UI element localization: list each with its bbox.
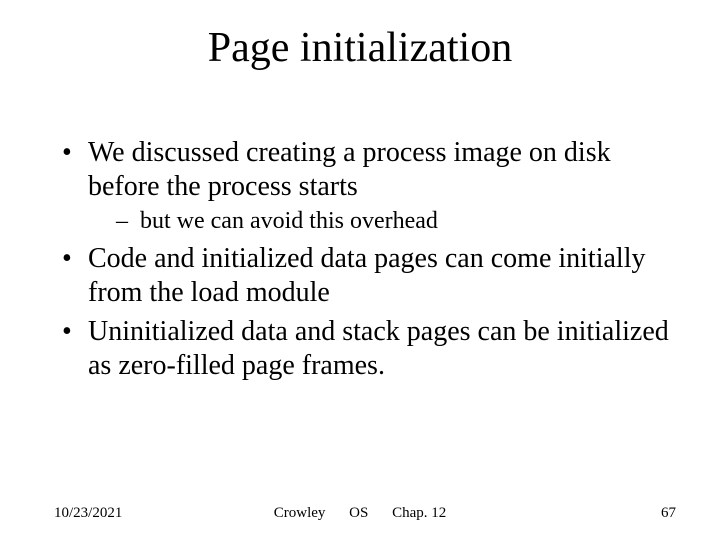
footer-page-number: 67 (661, 505, 676, 522)
bullet-text: Code and initialized data pages can come… (88, 243, 645, 308)
footer-author: Crowley (274, 505, 326, 522)
sub-bullet-text: but we can avoid this overhead (140, 208, 438, 234)
slide: Page initialization We discussed creatin… (0, 0, 720, 540)
bullet-text: Uninitialized data and stack pages can b… (88, 316, 669, 381)
bullet-item: Code and initialized data pages can come… (58, 242, 680, 309)
bullet-text: We discussed creating a process image on… (88, 137, 611, 202)
bullet-list: We discussed creating a process image on… (58, 136, 680, 382)
footer-chapter: Chap. 12 (392, 505, 446, 522)
footer-course: OS (349, 505, 368, 522)
slide-body: We discussed creating a process image on… (58, 136, 680, 388)
sub-bullet-item: but we can avoid this overhead (88, 207, 680, 236)
slide-title: Page initialization (0, 24, 720, 72)
bullet-item: Uninitialized data and stack pages can b… (58, 315, 680, 382)
footer-center: Crowley OS Chap. 12 (0, 505, 720, 522)
bullet-item: We discussed creating a process image on… (58, 136, 680, 236)
sub-bullet-list: but we can avoid this overhead (88, 207, 680, 236)
